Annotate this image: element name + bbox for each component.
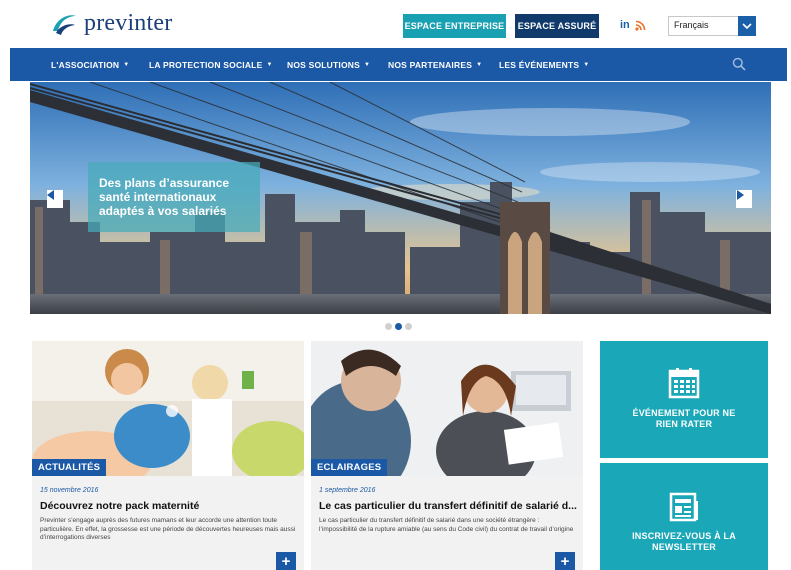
nav-item-label: NOS SOLUTIONS bbox=[287, 60, 360, 70]
nav-item-label: NOS PARTENAIRES bbox=[388, 60, 473, 70]
main-nav: L'ASSOCIATION ▼ LA PROTECTION SOCIALE ▼ … bbox=[10, 48, 787, 81]
page: previnter ESPACE ENTREPRISE ESPACE ASSUR… bbox=[0, 0, 791, 570]
card-category-tag[interactable]: ACTUALITÉS bbox=[32, 459, 107, 476]
tile-label-line: INSCRIVEZ-VOUS À LA bbox=[632, 531, 736, 541]
news-card-maternite[interactable]: ACTUALITÉS 15 novembre 2016 Découvrez no… bbox=[32, 341, 304, 570]
social-links: in bbox=[620, 19, 646, 31]
carousel-next-button[interactable] bbox=[736, 190, 752, 208]
language-value: Français bbox=[674, 20, 709, 30]
logo-swirl-icon bbox=[53, 14, 76, 35]
nav-item-label: L'ASSOCIATION bbox=[51, 60, 120, 70]
espace-assure-button[interactable]: ESPACE ASSURÉ bbox=[515, 14, 599, 38]
carousel-dot-2[interactable] bbox=[395, 323, 402, 330]
linkedin-icon[interactable]: in bbox=[620, 19, 630, 31]
espace-entreprise-button[interactable]: ESPACE ENTREPRISE bbox=[403, 14, 506, 38]
carousel-prev-button[interactable] bbox=[47, 190, 63, 208]
tile-evenement[interactable]: ÉVÉNEMENT POUR NE RIEN RATER bbox=[600, 341, 768, 458]
language-select[interactable]: Français bbox=[668, 16, 756, 36]
header: previnter ESPACE ENTREPRISE ESPACE ASSUR… bbox=[0, 0, 791, 48]
card-date: 1 septembre 2016 bbox=[319, 487, 376, 494]
card-image bbox=[32, 341, 304, 476]
tile-label: INSCRIVEZ-VOUS À LA NEWSLETTER bbox=[600, 531, 768, 553]
caret-down-icon: ▼ bbox=[583, 62, 590, 68]
card-excerpt: Previnter s’engage auprès des futures ma… bbox=[40, 517, 296, 541]
card-category-tag[interactable]: ECLAIRAGES bbox=[311, 459, 388, 476]
search-icon[interactable] bbox=[732, 57, 746, 71]
nav-item-partenaires[interactable]: NOS PARTENAIRES ▼ bbox=[388, 60, 482, 70]
hero-caption[interactable]: Des plans d’assurance santé internationa… bbox=[88, 162, 260, 232]
card-excerpt: Le cas particulier du transfert définiti… bbox=[319, 517, 574, 533]
nav-item-evenements[interactable]: LES ÉVÉNEMENTS ▼ bbox=[499, 60, 589, 70]
rss-icon[interactable] bbox=[635, 20, 646, 31]
tile-label-line: ÉVÉNEMENT POUR NE bbox=[632, 408, 736, 418]
caret-down-icon: ▼ bbox=[266, 62, 273, 68]
caret-down-icon: ▼ bbox=[363, 62, 371, 68]
caret-down-icon: ▼ bbox=[476, 62, 483, 68]
card-date: 15 novembre 2016 bbox=[40, 487, 99, 494]
nav-item-label: LES ÉVÉNEMENTS bbox=[499, 60, 580, 70]
read-more-button[interactable]: + bbox=[555, 552, 575, 570]
caret-down-icon: ▼ bbox=[123, 62, 130, 68]
newsletter-icon bbox=[669, 492, 698, 522]
nav-item-protection-sociale[interactable]: LA PROTECTION SOCIALE ▼ bbox=[149, 60, 273, 70]
read-more-button[interactable]: + bbox=[276, 552, 296, 570]
card-image bbox=[311, 341, 583, 476]
hero-carousel: Des plans d’assurance santé internationa… bbox=[30, 82, 771, 314]
nav-item-solutions[interactable]: NOS SOLUTIONS ▼ bbox=[287, 60, 370, 70]
logo[interactable]: previnter bbox=[50, 10, 172, 37]
carousel-dots bbox=[385, 323, 412, 330]
tile-label-line: RIEN RATER bbox=[655, 419, 713, 429]
nav-item-association[interactable]: L'ASSOCIATION ▼ bbox=[51, 60, 129, 70]
card-title[interactable]: Découvrez notre pack maternité bbox=[40, 500, 302, 512]
calendar-icon bbox=[668, 368, 700, 399]
arrow-left-icon bbox=[47, 190, 54, 200]
arrow-right-icon bbox=[737, 190, 744, 200]
nav-item-label: LA PROTECTION SOCIALE bbox=[149, 60, 263, 70]
news-card-transfert[interactable]: ECLAIRAGES 1 septembre 2016 Le cas parti… bbox=[311, 341, 583, 570]
tile-label: ÉVÉNEMENT POUR NE RIEN RATER bbox=[600, 408, 768, 430]
carousel-dot-3[interactable] bbox=[405, 323, 412, 330]
tile-label-line: NEWSLETTER bbox=[652, 542, 716, 552]
logo-text: previnter bbox=[84, 10, 173, 36]
chevron-down-icon[interactable] bbox=[738, 16, 756, 36]
card-title[interactable]: Le cas particulier du transfert définiti… bbox=[319, 500, 581, 512]
hero-caption-text: Des plans d’assurance santé internationa… bbox=[99, 176, 230, 218]
carousel-dot-1[interactable] bbox=[385, 323, 392, 330]
tile-newsletter[interactable]: INSCRIVEZ-VOUS À LA NEWSLETTER bbox=[600, 463, 768, 570]
